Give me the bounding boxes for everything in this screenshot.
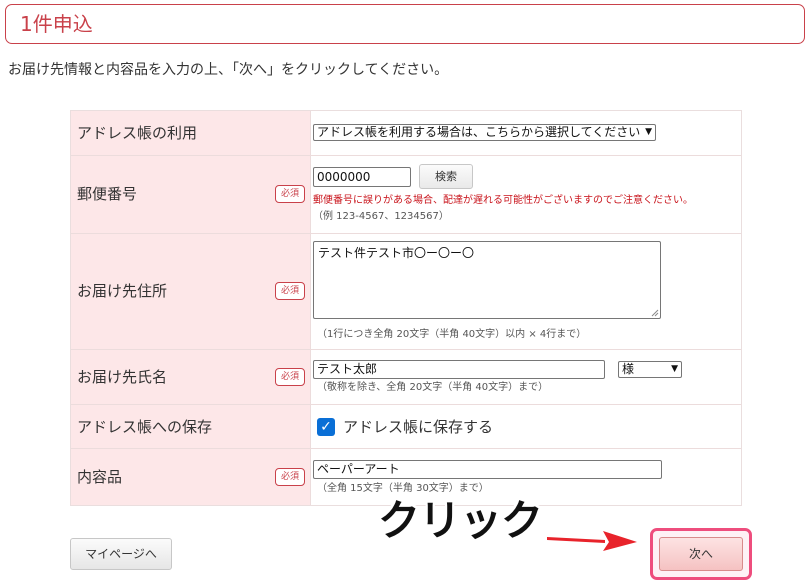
address-textarea[interactable]: テスト件テスト市〇ー〇ー〇 [313,241,661,319]
save-address-book-checkbox-label[interactable]: アドレス帳に保存する [343,417,493,437]
label-cell: アドレス帳の利用 [71,111,311,155]
label-cell: お届け先氏名 必須 [71,350,311,404]
arrow-right-icon [547,531,637,551]
required-badge: 必須 [275,185,305,203]
postal-search-button[interactable]: 検索 [419,164,473,189]
save-address-book-checkbox[interactable]: ✓ [317,418,335,436]
honorific-select[interactable]: 様 ▼ [618,361,682,378]
address-note-text: （1行につき全角 20文字（半角 40文字）以内 × 4行まで） [317,329,587,340]
address-book-select-value: アドレス帳を利用する場合は、こちらから選択してください [317,125,641,139]
address-book-select[interactable]: アドレス帳を利用する場合は、こちらから選択してください ▼ [313,124,656,141]
required-badge: 必須 [275,282,305,300]
chevron-down-icon: ▼ [645,127,652,137]
required-badge: 必須 [275,468,305,486]
save-address-book-label: アドレス帳への保存 [77,418,213,436]
value-cell: テスト件テスト市〇ー〇ー〇 （1行につき全角 20文字（半角 40文字）以内 ×… [313,234,741,349]
recipient-name-note-text: （敬称を除き、全角 20文字（半角 40文字）まで） [317,382,549,393]
row-postal-code: 郵便番号 必須 0000000 検索 郵便番号に誤りがある場合、配達が遅れる可能… [71,156,741,234]
honorific-select-value: 様 [622,362,635,376]
value-cell: 0000000 検索 郵便番号に誤りがある場合、配達が遅れる可能性がございますの… [313,156,741,233]
next-button[interactable]: 次へ [659,537,743,571]
contents-label: 内容品 [77,468,123,486]
label-cell: お届け先住所 必須 [71,234,311,349]
checkmark-icon: ✓ [320,419,332,435]
value-cell: アドレス帳を利用する場合は、こちらから選択してください ▼ [313,111,741,155]
row-address: お届け先住所 必須 テスト件テスト市〇ー〇ー〇 （1行につき全角 20文字（半角… [71,234,741,350]
postal-code-input[interactable]: 0000000 [313,167,411,187]
label-cell: 内容品 必須 [71,449,311,505]
chevron-down-icon: ▼ [671,364,678,374]
label-cell: アドレス帳への保存 [71,405,311,448]
row-address-book: アドレス帳の利用 アドレス帳を利用する場合は、こちらから選択してください ▼ [71,111,741,156]
page-title-box: 1件申込 [5,4,805,44]
resize-handle-icon[interactable] [651,309,659,317]
recipient-name-input[interactable]: テスト太郎 [313,360,605,379]
mypage-button[interactable]: マイページへ [70,538,172,570]
address-book-label: アドレス帳の利用 [77,124,198,142]
recipient-name-label: お届け先氏名 [77,368,168,386]
instruction-text: お届け先情報と内容品を入力の上、「次へ」をクリックしてください。 [8,62,449,78]
address-textarea-value: テスト件テスト市〇ー〇ー〇 [318,246,475,260]
label-cell: 郵便番号 必須 [71,156,311,233]
postal-example-text: （例 123-4567、1234567） [313,211,449,222]
address-form: アドレス帳の利用 アドレス帳を利用する場合は、こちらから選択してください ▼ 郵… [70,110,742,506]
contents-input[interactable]: ペーパーアート [313,460,662,479]
value-cell: ✓ アドレス帳に保存する [313,405,741,448]
postal-warning-text: 郵便番号に誤りがある場合、配達が遅れる可能性がございますのでご注意ください。 [313,195,693,206]
contents-note-text: （全角 15文字（半角 30文字）まで） [317,483,489,494]
address-label: お届け先住所 [77,282,168,300]
click-annotation-text: クリック [378,496,543,545]
postal-code-label: 郵便番号 [77,185,138,203]
row-save-address-book: アドレス帳への保存 ✓ アドレス帳に保存する [71,405,741,449]
value-cell: テスト太郎 様 ▼ （敬称を除き、全角 20文字（半角 40文字）まで） [313,350,741,404]
page-title: 1件申込 [20,12,93,36]
required-badge: 必須 [275,368,305,386]
row-recipient-name: お届け先氏名 必須 テスト太郎 様 ▼ （敬称を除き、全角 20文字（半角 40… [71,350,741,405]
